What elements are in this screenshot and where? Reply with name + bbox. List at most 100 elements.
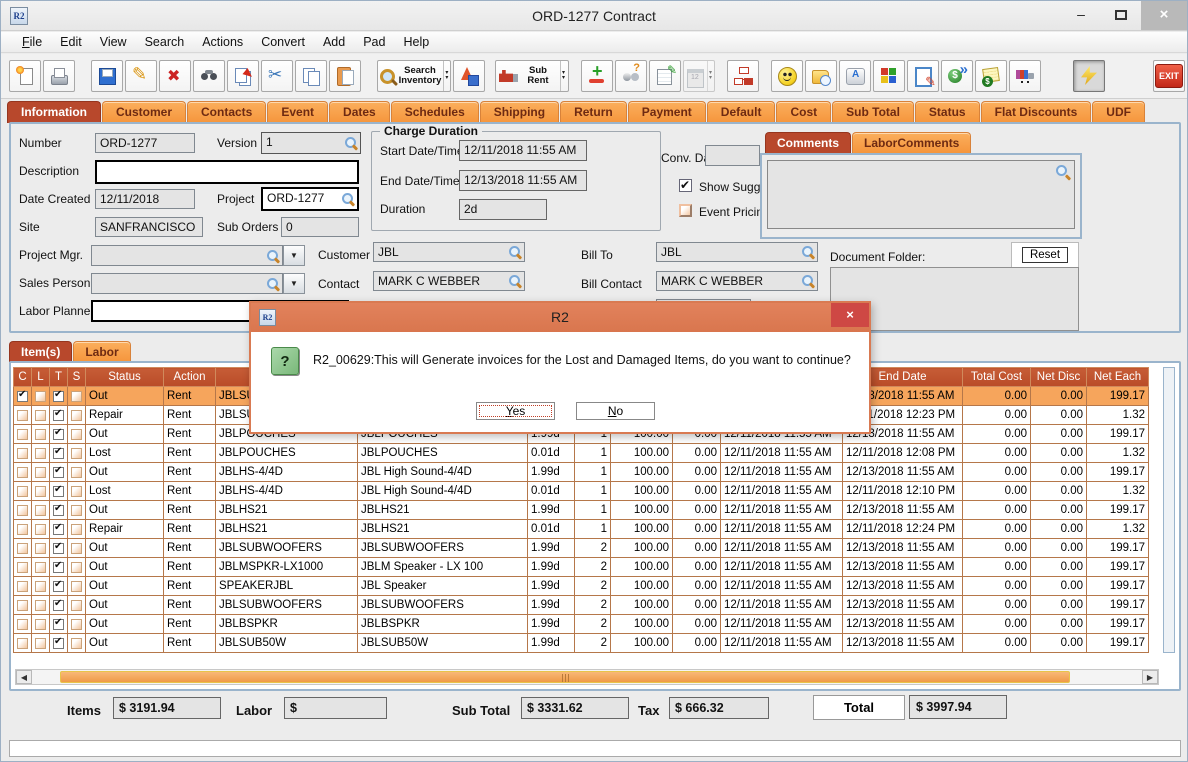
cell-disc[interactable]: 0.00 [673, 596, 721, 615]
cell-status[interactable]: Out [86, 558, 164, 577]
cell-l[interactable] [32, 596, 50, 615]
t-checkbox[interactable] [53, 543, 64, 554]
tab-labor-comments[interactable]: LaborComments [852, 132, 971, 153]
menu-actions[interactable]: Actions [193, 33, 252, 51]
cell-t[interactable] [50, 387, 68, 406]
c-checkbox[interactable] [17, 505, 28, 516]
cell-dur[interactable]: 1.99d [528, 577, 575, 596]
cell-status[interactable]: Out [86, 425, 164, 444]
table-row[interactable]: OutRentJBLSUB50WJBLSUB50W1.99d2100.000.0… [14, 634, 1149, 653]
cell-desc[interactable]: JBLSUBWOOFERS [358, 596, 528, 615]
cell-action[interactable]: Rent [164, 596, 216, 615]
cell-ne[interactable]: 199.17 [1087, 577, 1149, 596]
cell-disc[interactable]: 0.00 [673, 482, 721, 501]
personnel-button[interactable] [615, 60, 647, 92]
cell-c[interactable] [14, 482, 32, 501]
table-row[interactable]: OutRentJBLHS-4/4DJBL High Sound-4/4D1.99… [14, 463, 1149, 482]
end-datetime-field[interactable]: 12/13/2018 11:55 AM [459, 170, 587, 191]
paste-button[interactable] [329, 60, 361, 92]
sales-person-dropdown-button[interactable]: ▼ [283, 273, 305, 294]
cell-disc[interactable]: 0.00 [673, 558, 721, 577]
cell-l[interactable] [32, 577, 50, 596]
cell-c[interactable] [14, 596, 32, 615]
tab-event[interactable]: Event [267, 101, 328, 123]
cell-price[interactable]: 100.00 [611, 615, 673, 634]
s-checkbox[interactable] [71, 581, 82, 592]
tab-labor[interactable]: Labor [73, 341, 130, 362]
cell-nd[interactable]: 0.00 [1031, 425, 1087, 444]
cell-action[interactable]: Rent [164, 520, 216, 539]
table-row[interactable]: OutRentSPEAKERJBLJBL Speaker1.99d2100.00… [14, 577, 1149, 596]
cell-qty[interactable]: 1 [575, 520, 611, 539]
c-checkbox[interactable] [17, 581, 28, 592]
t-checkbox[interactable] [53, 619, 64, 630]
cell-t[interactable] [50, 634, 68, 653]
cell-end[interactable]: 12/11/2018 12:10 PM [843, 482, 963, 501]
cell-ne[interactable]: 199.17 [1087, 539, 1149, 558]
cell-status[interactable]: Lost [86, 444, 164, 463]
c-checkbox[interactable] [17, 638, 28, 649]
l-checkbox[interactable] [35, 467, 46, 478]
cell-tc[interactable]: 0.00 [963, 425, 1031, 444]
new-button[interactable] [9, 60, 41, 92]
tab-shipping[interactable]: Shipping [480, 101, 559, 123]
menu-search[interactable]: Search [136, 33, 194, 51]
sub-rent-button[interactable]: Sub Rent▾▾ [495, 60, 569, 92]
t-checkbox[interactable] [53, 524, 64, 535]
cell-l[interactable] [32, 387, 50, 406]
generate-invoices-button[interactable] [1073, 60, 1105, 92]
cell-end[interactable]: 12/11/2018 12:24 PM [843, 520, 963, 539]
cell-code[interactable]: JBLMSPKR-LX1000 [216, 558, 358, 577]
t-checkbox[interactable] [53, 467, 64, 478]
cell-dur[interactable]: 1.99d [528, 501, 575, 520]
menu-file[interactable]: File [13, 33, 51, 51]
cell-end[interactable]: 12/13/2018 11:55 AM [843, 539, 963, 558]
cell-l[interactable] [32, 482, 50, 501]
cell-action[interactable]: Rent [164, 558, 216, 577]
tab-comments[interactable]: Comments [765, 132, 851, 153]
cell-qty[interactable]: 2 [575, 634, 611, 653]
cell-price[interactable]: 100.00 [611, 596, 673, 615]
cell-nd[interactable]: 0.00 [1031, 387, 1087, 406]
cut-button[interactable] [261, 60, 293, 92]
tab-information[interactable]: Information [7, 101, 101, 123]
cell-l[interactable] [32, 425, 50, 444]
cell-disc[interactable]: 0.00 [673, 634, 721, 653]
table-row[interactable]: OutRentJBLMSPKR-LX1000JBLM Speaker - LX … [14, 558, 1149, 577]
cell-ne[interactable]: 1.32 [1087, 406, 1149, 425]
cell-qty[interactable]: 2 [575, 596, 611, 615]
s-checkbox[interactable] [71, 429, 82, 440]
cell-ne[interactable]: 199.17 [1087, 615, 1149, 634]
cell-c[interactable] [14, 425, 32, 444]
column-header-nd[interactable]: Net Disc [1031, 368, 1087, 387]
l-checkbox[interactable] [35, 600, 46, 611]
column-header-l[interactable]: L [32, 368, 50, 387]
tab-customer[interactable]: Customer [102, 101, 186, 123]
notes-button[interactable] [649, 60, 681, 92]
column-header-t[interactable]: T [50, 368, 68, 387]
cell-desc[interactable]: JBL High Sound-4/4D [358, 463, 528, 482]
cell-dur[interactable]: 0.01d [528, 520, 575, 539]
tab-cost[interactable]: Cost [776, 101, 831, 123]
menu-edit[interactable]: Edit [51, 33, 91, 51]
table-row[interactable]: OutRentJBLBSPKRJBLBSPKR1.99d2100.000.001… [14, 615, 1149, 634]
cell-end[interactable]: 12/13/2018 11:55 AM [843, 634, 963, 653]
cell-price[interactable]: 100.00 [611, 520, 673, 539]
tab-flat-discounts[interactable]: Flat Discounts [981, 101, 1092, 123]
cell-start[interactable]: 12/11/2018 11:55 AM [721, 520, 843, 539]
column-header-action[interactable]: Action [164, 368, 216, 387]
tab-default[interactable]: Default [707, 101, 776, 123]
cell-tc[interactable]: 0.00 [963, 501, 1031, 520]
cell-start[interactable]: 12/11/2018 11:55 AM [721, 444, 843, 463]
print-button[interactable] [43, 60, 75, 92]
cell-desc[interactable]: JBLSUB50W [358, 634, 528, 653]
org-chart-button[interactable] [727, 60, 759, 92]
cell-code[interactable]: SPEAKERJBL [216, 577, 358, 596]
cell-tc[interactable]: 0.00 [963, 615, 1031, 634]
cell-end[interactable]: 12/13/2018 11:55 AM [843, 463, 963, 482]
project-mgr-dropdown-button[interactable]: ▼ [283, 245, 305, 266]
cell-disc[interactable]: 0.00 [673, 577, 721, 596]
cell-status[interactable]: Out [86, 501, 164, 520]
cell-code[interactable]: JBLHS21 [216, 520, 358, 539]
cell-dur[interactable]: 1.99d [528, 558, 575, 577]
